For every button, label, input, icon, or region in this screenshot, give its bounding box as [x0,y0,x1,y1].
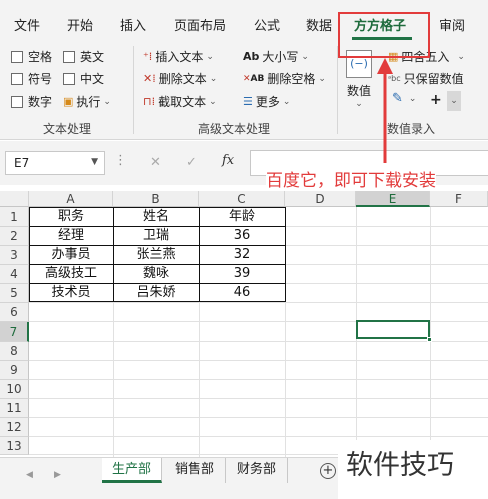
annotation-text: 百度它，即可下载安装 [266,166,436,191]
watermark: 软件技巧 [338,440,488,499]
arrow-icon [377,58,393,163]
